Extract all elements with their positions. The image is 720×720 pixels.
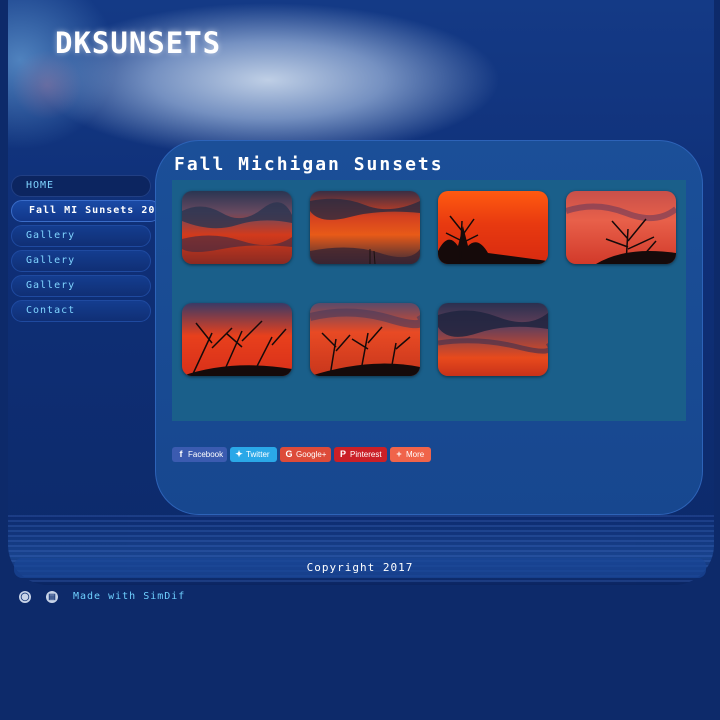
gallery-thumbnail[interactable] — [438, 191, 548, 264]
more-share-label: More — [406, 450, 425, 459]
twitter-icon: ✦ — [235, 449, 243, 459]
nav-item-gallery-1[interactable]: Gallery — [11, 225, 151, 247]
background-orb — [12, 50, 82, 120]
gallery-thumbnail[interactable] — [182, 303, 292, 376]
site-title[interactable]: DKSUNSETS — [55, 26, 221, 60]
nav-item-contact[interactable]: Contact — [11, 300, 151, 322]
googleplus-icon: G — [285, 449, 293, 459]
pinterest-share-button[interactable]: P Pinterest — [334, 447, 387, 462]
mobile-icon[interactable]: ▤ — [46, 591, 58, 603]
gallery-thumbnail[interactable] — [566, 191, 676, 264]
twitter-share-label: Twitter — [246, 450, 270, 459]
made-with-simdif-link[interactable]: Made with SimDif — [73, 591, 185, 602]
nav-item-fall-mi-sunsets[interactable]: Fall MI Sunsets 2017 — [11, 200, 168, 222]
gallery-thumbnail[interactable] — [438, 303, 548, 376]
gallery-thumbnail[interactable] — [310, 191, 420, 264]
facebook-icon: f — [179, 449, 183, 459]
nav-item-home[interactable]: HOME — [11, 175, 151, 197]
photo-gallery — [172, 180, 686, 421]
accessibility-icon[interactable]: ◯ — [19, 591, 31, 603]
more-share-button[interactable]: + More — [390, 447, 431, 462]
facebook-share-button[interactable]: f Facebook — [172, 447, 227, 462]
pinterest-icon: P — [339, 449, 346, 459]
facebook-share-label: Facebook — [188, 450, 224, 459]
copyright-text: Copyright 2017 — [306, 561, 414, 574]
gallery-thumbnail[interactable] — [310, 303, 420, 376]
nav-item-gallery-2[interactable]: Gallery — [11, 250, 151, 272]
plus-icon: + — [396, 449, 402, 459]
sidebar-nav: HOME Fall MI Sunsets 2017 Gallery Galler… — [11, 175, 168, 325]
googleplus-share-button[interactable]: G Google+ — [280, 447, 331, 462]
pinterest-share-label: Pinterest — [350, 450, 382, 459]
page-title: Fall Michigan Sunsets — [174, 154, 444, 175]
nav-item-gallery-3[interactable]: Gallery — [11, 275, 151, 297]
twitter-share-button[interactable]: ✦ Twitter — [230, 447, 277, 462]
googleplus-share-label: Google+ — [296, 450, 327, 459]
gallery-thumbnail[interactable] — [182, 191, 292, 264]
